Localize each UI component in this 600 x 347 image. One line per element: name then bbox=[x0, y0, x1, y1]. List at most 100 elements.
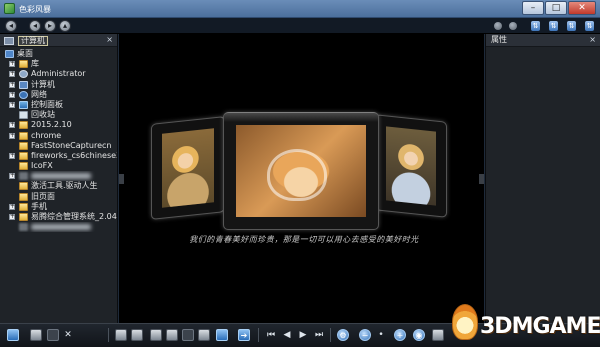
tree-item[interactable]: + chrome bbox=[0, 131, 117, 141]
fit-window-icon[interactable]: ◉ bbox=[413, 329, 425, 341]
tree-item[interactable]: 激活工具.驱动人生 bbox=[0, 181, 117, 191]
tree-item[interactable]: + 网络 bbox=[0, 90, 117, 100]
tree-item[interactable]: 回收站 bbox=[0, 110, 117, 120]
maximize-button[interactable]: □ bbox=[545, 1, 567, 15]
last-image-icon[interactable]: ⏭ bbox=[313, 329, 325, 341]
sort-icon[interactable]: ⇅ bbox=[585, 21, 594, 31]
tree-item-label: FastStoneCapturecn bbox=[31, 140, 112, 150]
tree-item-label: chrome bbox=[31, 130, 62, 140]
user-folder-icon bbox=[19, 70, 28, 79]
view-option-dot-icon[interactable] bbox=[509, 22, 517, 30]
expand-toggle-icon[interactable]: + bbox=[9, 81, 15, 88]
up-folder-icon[interactable]: ▴ bbox=[59, 20, 71, 32]
tree-item-label: 手机 bbox=[31, 201, 47, 211]
open-folder-icon[interactable] bbox=[7, 329, 19, 341]
properties-panel-header: 属性 × bbox=[486, 34, 600, 47]
print-icon[interactable] bbox=[47, 329, 59, 341]
expand-toggle-icon[interactable]: + bbox=[9, 61, 15, 68]
delete-icon[interactable]: ✕ bbox=[62, 329, 74, 341]
recycle-bin-icon bbox=[19, 111, 28, 120]
thumbnail-small-icon[interactable] bbox=[115, 329, 127, 341]
tree-item[interactable]: + Administrator bbox=[0, 69, 117, 79]
expand-toggle-icon[interactable]: + bbox=[9, 101, 15, 108]
tree-item[interactable]: 旧页面 bbox=[0, 192, 117, 202]
image-viewer[interactable]: 我们的青春美好而珍贵，那是一切可以用心去感受的美好时光 bbox=[119, 34, 484, 323]
tree-item-label: 桌面 bbox=[17, 49, 33, 58]
folder-icon bbox=[19, 151, 28, 160]
previous-image-icon[interactable]: ◀ bbox=[281, 329, 293, 341]
brand-watermark: 3DMGAME bbox=[452, 304, 600, 344]
thumbnail-card-right[interactable] bbox=[375, 114, 447, 218]
edit-icon[interactable] bbox=[216, 329, 228, 341]
back-button-icon[interactable]: ◂ bbox=[29, 20, 41, 32]
collapse-left-handle[interactable] bbox=[119, 174, 124, 184]
blurred-icon bbox=[19, 223, 28, 232]
folder-panel-title: 计算机 bbox=[18, 36, 48, 46]
thumbnail-large-icon[interactable] bbox=[150, 329, 162, 341]
computer-icon bbox=[4, 37, 14, 45]
tree-item-label: 网络 bbox=[31, 89, 47, 99]
tree-item[interactable]: + 计算机 bbox=[0, 80, 117, 90]
save-icon[interactable] bbox=[30, 329, 42, 341]
thumbnail-card-left[interactable] bbox=[151, 116, 225, 220]
folder-icon bbox=[19, 121, 28, 130]
settings-icon[interactable]: ⚙ bbox=[337, 329, 349, 341]
close-button[interactable]: ✕ bbox=[568, 1, 596, 15]
slideshow-mode-icon[interactable] bbox=[182, 329, 194, 341]
tree-item[interactable]: IcoFX bbox=[0, 161, 117, 171]
close-panel-icon[interactable]: × bbox=[106, 35, 113, 44]
tree-item[interactable]: 桌面 bbox=[0, 49, 117, 59]
play-icon[interactable]: ▶ bbox=[297, 329, 309, 341]
image-caption: 我们的青春美好而珍贵，那是一切可以用心去感受的美好时光 bbox=[189, 235, 419, 244]
close-panel-icon[interactable]: × bbox=[589, 35, 596, 44]
folder-icon bbox=[19, 182, 28, 191]
expand-toggle-icon[interactable]: + bbox=[9, 91, 15, 98]
girl-photo-right bbox=[386, 126, 436, 206]
thumbnail-card-center[interactable] bbox=[223, 112, 379, 230]
tree-item[interactable]: + 库 bbox=[0, 59, 117, 69]
export-icon[interactable]: ➔ bbox=[238, 329, 250, 341]
computer-icon bbox=[19, 80, 28, 89]
tree-item[interactable]: + 手机 bbox=[0, 202, 117, 212]
brand-text: 3DMGAME bbox=[480, 314, 600, 339]
zoom-slider-icon[interactable]: • bbox=[375, 329, 387, 341]
tree-item[interactable]: + 易腾综合管理系统_2.043 bbox=[0, 212, 117, 222]
tree-item[interactable]: + 控制面板 bbox=[0, 100, 117, 110]
expand-toggle-icon[interactable]: + bbox=[9, 71, 15, 78]
expand-toggle-icon[interactable]: + bbox=[9, 152, 15, 159]
back-icon[interactable]: ◂ bbox=[5, 20, 17, 32]
sort-icon[interactable]: ⇅ bbox=[549, 21, 558, 31]
tree-item[interactable]: FastStoneCapturecn bbox=[0, 141, 117, 151]
kitten-photo-center bbox=[236, 125, 366, 217]
first-image-icon[interactable]: ⏮ bbox=[265, 329, 277, 341]
tree-item-label: 旧页面 bbox=[31, 191, 55, 201]
expand-toggle-icon[interactable]: + bbox=[9, 214, 15, 220]
tree-item[interactable]: + bbox=[0, 171, 117, 181]
view-mode-icon[interactable] bbox=[166, 329, 178, 341]
tree-item-label bbox=[31, 224, 91, 231]
rotate-icon[interactable] bbox=[432, 329, 444, 341]
thumbnail-medium-icon[interactable] bbox=[131, 329, 143, 341]
view-option-dot-icon[interactable] bbox=[494, 22, 502, 30]
tree-item[interactable]: + fireworks_cs6chinese32-648 bbox=[0, 151, 117, 161]
tree-item[interactable] bbox=[0, 222, 117, 232]
expand-toggle-icon[interactable]: + bbox=[9, 173, 15, 180]
zoom-out-icon[interactable]: − bbox=[359, 329, 371, 341]
girl-photo-left bbox=[162, 128, 214, 208]
mascot-logo-icon bbox=[452, 304, 478, 340]
sort-icon[interactable]: ⇅ bbox=[567, 21, 576, 31]
tree-item[interactable]: +2015.2.10 bbox=[0, 120, 117, 130]
expand-toggle-icon[interactable]: + bbox=[9, 203, 15, 210]
tree-item-label: 计算机 bbox=[31, 79, 55, 89]
zoom-in-icon[interactable]: + bbox=[394, 329, 406, 341]
sort-icon[interactable]: ⇅ bbox=[531, 21, 540, 31]
control-panel-icon bbox=[19, 100, 28, 109]
expand-toggle-icon[interactable]: + bbox=[9, 132, 15, 139]
forward-button-icon[interactable]: ▸ bbox=[44, 20, 56, 32]
watermark-logo bbox=[267, 149, 327, 201]
toolbar-divider bbox=[258, 328, 259, 342]
fullscreen-icon[interactable] bbox=[198, 329, 210, 341]
expand-toggle-icon[interactable]: + bbox=[9, 122, 15, 129]
collapse-right-handle[interactable] bbox=[479, 174, 484, 184]
minimize-button[interactable]: – bbox=[522, 1, 544, 15]
